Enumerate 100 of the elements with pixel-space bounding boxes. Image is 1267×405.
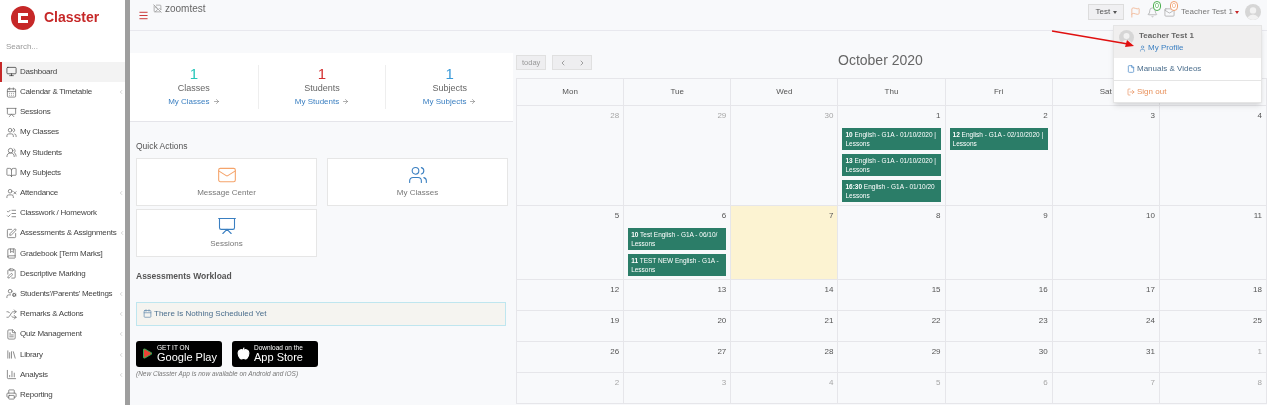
sidebar-item[interactable]: Attendance (0, 182, 125, 204)
day-number: 27 (717, 346, 727, 358)
day-number: 21 (824, 315, 834, 327)
sidebar-item[interactable]: My Classes (0, 122, 125, 143)
arrow-icon (342, 98, 350, 106)
quick-action-tile[interactable]: My Classes (327, 157, 508, 206)
stat-label: Students (304, 82, 340, 96)
stat-label: Subjects (432, 82, 467, 96)
day-number: 24 (1145, 315, 1155, 327)
sidebar-item[interactable]: Gradebook [Term Marks] (0, 243, 125, 264)
day-cell[interactable]: 9 (945, 206, 1053, 280)
sidebar-item[interactable]: Library (0, 344, 125, 365)
stat-link[interactable]: My Subjects (422, 95, 477, 108)
day-cell[interactable]: 30 (945, 342, 1053, 373)
presentation-icon (6, 106, 17, 118)
day-cell[interactable]: 19 (517, 311, 625, 342)
day-cell[interactable]: 15 (838, 280, 946, 311)
dropdown-item[interactable]: Manuals & Videos (1114, 58, 1261, 80)
profile-link[interactable]: My Profile (1139, 42, 1194, 54)
day-cell[interactable]: 29 (838, 342, 946, 373)
chart-icon (6, 369, 17, 381)
person-gear-icon (6, 288, 17, 300)
sidebar-item[interactable]: Classwork / Homework (0, 203, 125, 224)
day-cell[interactable]: 11 (1159, 206, 1267, 280)
broken-image-icon (153, 4, 162, 13)
sidebar-item[interactable]: Reporting (0, 384, 125, 405)
day-cell[interactable]: 17 (1052, 280, 1160, 311)
day-cell[interactable]: 20 (624, 311, 732, 342)
menu-icon[interactable] (138, 10, 149, 21)
day-number: 17 (1145, 284, 1155, 296)
day-number: 13 (717, 284, 727, 296)
logo-icon (10, 4, 36, 31)
day-cell[interactable]: 12 (517, 280, 625, 311)
day-cell[interactable]: 16 (945, 280, 1053, 311)
quick-action-tile[interactable]: Message Center (136, 157, 317, 206)
mail-icon[interactable] (1164, 6, 1176, 18)
calendar-icon (143, 309, 152, 318)
school-dropdown[interactable]: Test (1088, 4, 1125, 20)
day-number: 25 (1253, 315, 1262, 327)
sidebar-item[interactable]: Calendar & Timetable (0, 82, 125, 103)
sidebar-item[interactable]: My Subjects (0, 162, 125, 183)
sign-out-icon (1127, 87, 1135, 96)
checklist-icon (6, 207, 17, 219)
day-number: 8 (1257, 377, 1262, 389)
day-cell[interactable]: 14 (731, 280, 839, 311)
presentation-icon (216, 215, 237, 236)
day-number: 16 (1038, 284, 1048, 296)
sidebar-item[interactable]: Descriptive Marking (0, 263, 125, 284)
stat-value: 1 (317, 66, 327, 83)
people-icon (6, 147, 17, 159)
day-cell[interactable]: 27 (624, 342, 732, 373)
day-cell[interactable]: 21 (731, 311, 839, 342)
day-number: 18 (1253, 284, 1262, 296)
stat-link[interactable]: My Classes (168, 95, 220, 108)
sidebar-item[interactable]: Students'/Parents' Meetings (0, 283, 125, 305)
user-icon (1139, 44, 1146, 52)
day-number: 12 (610, 284, 620, 296)
sidebar-item[interactable]: My Students (0, 142, 125, 163)
day-cell[interactable]: 3 (1052, 106, 1160, 206)
sidebar-item[interactable]: Analysis (0, 364, 125, 385)
day-cell[interactable]: 18 (1159, 280, 1267, 311)
day-cell[interactable]: 24 (1052, 311, 1160, 342)
sidebar-item[interactable]: Dashboard (0, 61, 125, 82)
bell-icon[interactable] (1147, 6, 1159, 18)
sidebar-item[interactable]: Quiz Management (0, 324, 125, 345)
scrollbar[interactable] (125, 0, 130, 405)
day-cell[interactable]: 5 (517, 206, 625, 280)
alert-text: There Is Nothing Scheduled Yet (154, 307, 267, 320)
day-cell[interactable]: 26 (517, 342, 625, 373)
day-cell[interactable]: 28 (731, 342, 839, 373)
user-menu-button[interactable]: Teacher Test 1 (1181, 6, 1239, 18)
day-cell[interactable]: 8 (838, 206, 946, 280)
day-cell[interactable]: 4 (1159, 106, 1267, 206)
day-number: 28 (610, 110, 620, 122)
day-number: 11 (1253, 210, 1262, 222)
sidebar-item[interactable]: Remarks & Actions (0, 304, 125, 325)
arrow-icon (212, 98, 220, 106)
sidebar-item[interactable]: Assessments & Assignments (0, 223, 125, 244)
day-number: 4 (828, 377, 834, 389)
flag-icon[interactable] (1130, 6, 1142, 18)
day-cell[interactable]: 31 (1052, 342, 1160, 373)
day-cell[interactable]: 10 (1052, 206, 1160, 280)
day-cell[interactable]: 25 (1159, 311, 1267, 342)
sidebar-item[interactable]: Sessions (0, 102, 125, 123)
stat-link[interactable]: My Students (294, 95, 350, 108)
calendar-icon (6, 86, 17, 98)
day-number: 3 (1150, 110, 1155, 122)
chevron-icon (118, 371, 124, 378)
clipboard-icon (6, 268, 17, 280)
chevron-icon (118, 331, 124, 338)
day-cell[interactable]: 23 (945, 311, 1053, 342)
day-number: 1 (1257, 346, 1262, 358)
day-cell[interactable]: 7 (731, 206, 839, 280)
quick-action-tile[interactable]: Sessions (136, 208, 317, 257)
section-title: Quick Actions (136, 140, 189, 153)
day-cell[interactable]: 13 (624, 280, 732, 311)
day-number: 5 (614, 210, 620, 222)
day-number: 3 (721, 377, 727, 389)
day-cell[interactable]: 22 (838, 311, 946, 342)
day-number: 22 (931, 315, 941, 327)
